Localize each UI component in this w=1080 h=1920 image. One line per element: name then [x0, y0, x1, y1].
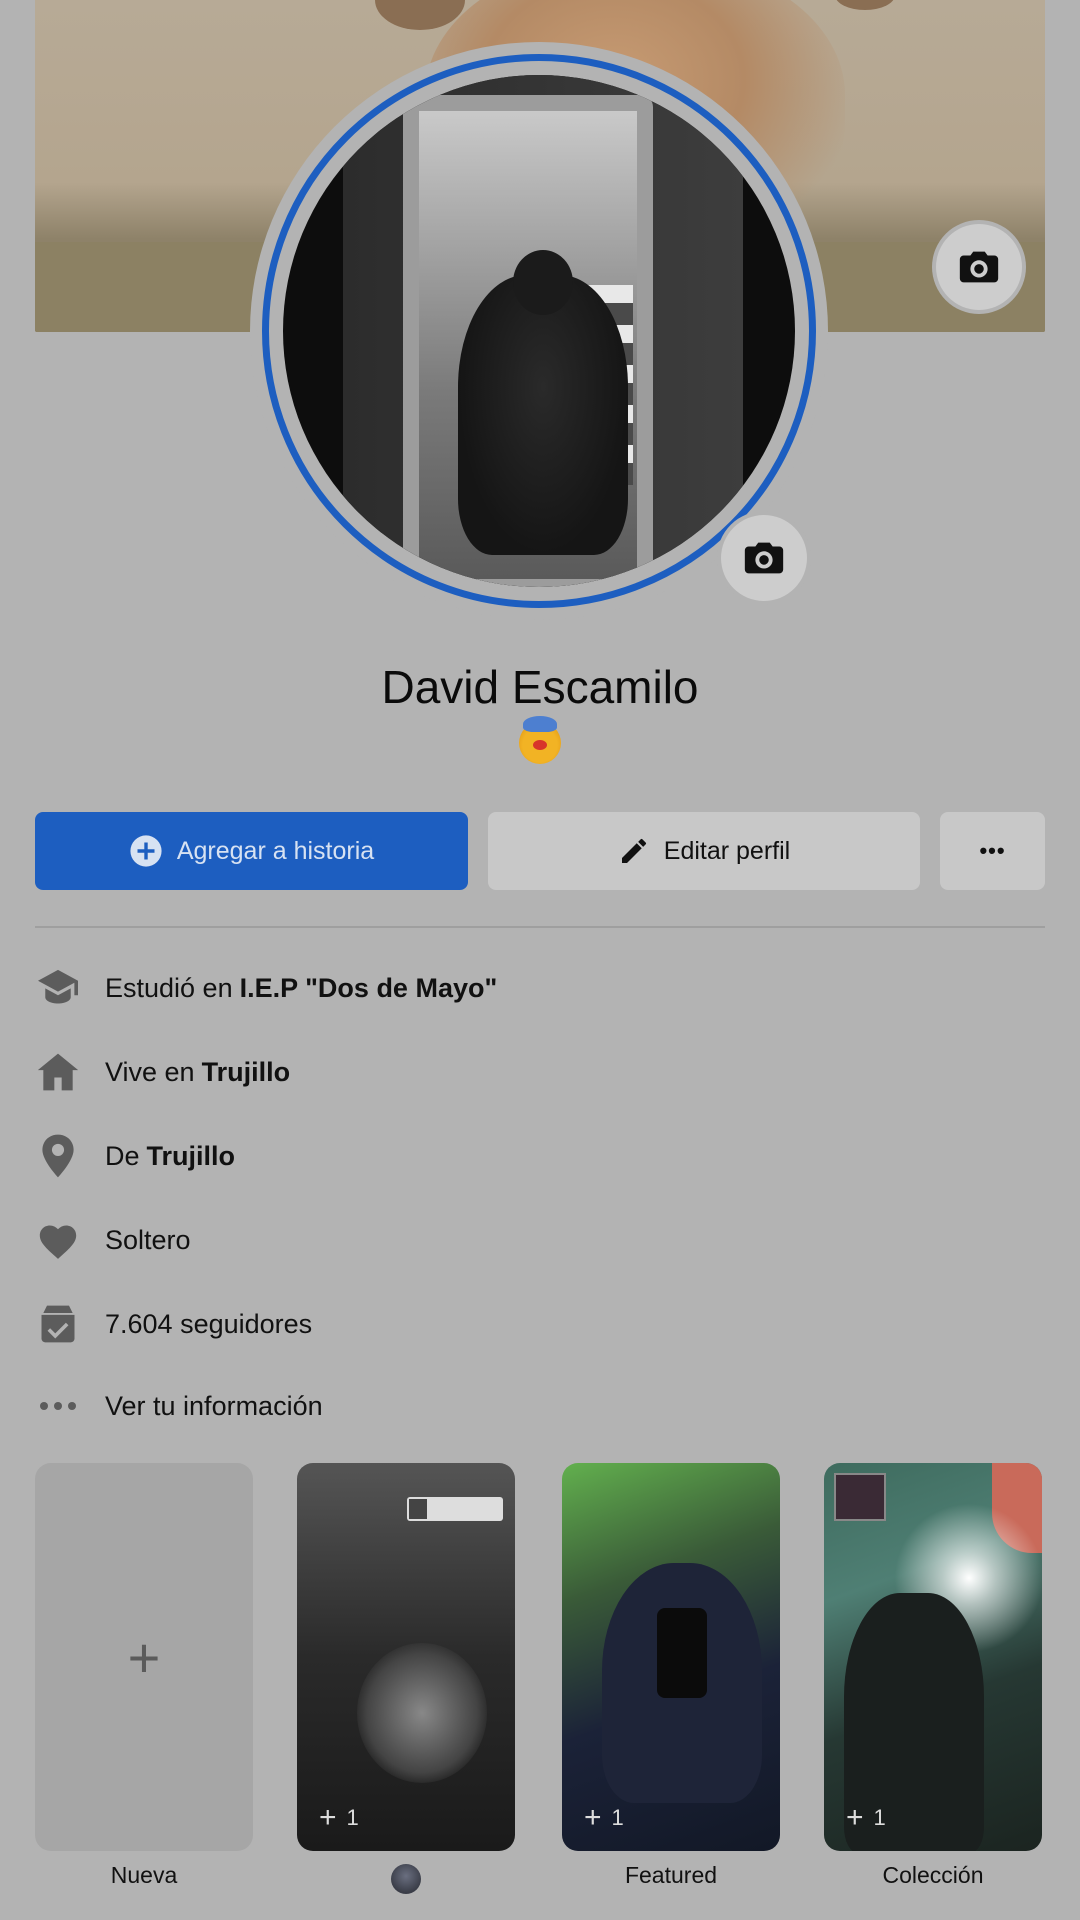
story-count: +1 [319, 1801, 359, 1834]
pencil-icon [618, 835, 650, 867]
avatar-image-head [513, 250, 573, 315]
intro-from-prefix: De [105, 1140, 140, 1171]
story-image [357, 1643, 487, 1783]
featured-story-2[interactable]: +1 [562, 1463, 780, 1851]
new-featured-label: Nueva [110, 1862, 178, 1888]
intro-lives-in-prefix: Vive en [105, 1056, 195, 1087]
graduation-cap-icon [35, 965, 81, 1011]
ellipsis-icon: ••• [979, 838, 1006, 863]
story-image-phone [657, 1608, 707, 1698]
profile-avatar[interactable] [283, 75, 795, 587]
new-featured-button[interactable]: + [35, 1463, 253, 1851]
edit-cover-camera-button[interactable] [936, 224, 1022, 310]
camera-icon [959, 251, 999, 283]
plus-icon: + [584, 1801, 602, 1834]
intro-education-prefix: Estudió en [105, 972, 233, 1003]
plus-icon: + [846, 1801, 864, 1834]
featured-story-3[interactable]: +1 [824, 1463, 1042, 1851]
featured-story-1[interactable]: +1 [297, 1463, 515, 1851]
divider [35, 926, 1045, 928]
intro-from-value[interactable]: Trujillo [147, 1141, 236, 1172]
intro-lives-in-value[interactable]: Trujillo [202, 1057, 291, 1088]
home-icon [35, 1049, 81, 1095]
see-your-info-link[interactable]: Ver tu información [35, 1376, 323, 1436]
edit-profile-label: Editar perfil [663, 836, 791, 865]
clown-face-icon [519, 716, 561, 764]
avatar-image-person [458, 275, 628, 555]
featured-cover-dot-icon [391, 1864, 421, 1894]
plus-circle-icon [129, 834, 163, 868]
followers-icon [35, 1301, 81, 1347]
intro-relationship-label: Soltero [105, 1224, 191, 1255]
music-tag [407, 1497, 503, 1521]
intro-education-value[interactable]: I.E.P "Dos de Mayo" [240, 973, 498, 1004]
collection-label: Colección [882, 1862, 984, 1888]
story-thumbnail [834, 1473, 886, 1521]
featured-label: Featured [624, 1862, 718, 1888]
edit-avatar-camera-button[interactable] [721, 515, 807, 601]
story-count: +1 [846, 1801, 886, 1834]
heart-icon [35, 1217, 81, 1263]
plus-icon: + [319, 1801, 337, 1834]
profile-name: David Escamilo [381, 661, 699, 713]
intro-from: De Trujillo [35, 1126, 235, 1186]
edit-profile-button[interactable]: Editar perfil [488, 812, 920, 890]
location-pin-icon [35, 1133, 81, 1179]
add-to-story-label: Agregar a historia [176, 836, 375, 865]
intro-relationship: Soltero [35, 1210, 191, 1270]
camera-icon [744, 542, 784, 574]
intro-education: Estudió en I.E.P "Dos de Mayo" [35, 958, 497, 1018]
intro-followers[interactable]: 7.604 seguidores [35, 1294, 312, 1354]
intro-followers-label: 7.604 seguidores [105, 1308, 313, 1339]
cover-image-detail [835, 0, 895, 10]
see-your-info-label: Ver tu información [105, 1390, 323, 1421]
intro-lives-in: Vive en Trujillo [35, 1042, 290, 1102]
story-count: +1 [584, 1801, 624, 1834]
add-to-story-button[interactable]: Agregar a historia [35, 812, 468, 890]
ellipsis-icon [35, 1383, 81, 1429]
plus-icon: + [127, 1625, 161, 1689]
more-options-button[interactable]: ••• [940, 812, 1045, 890]
